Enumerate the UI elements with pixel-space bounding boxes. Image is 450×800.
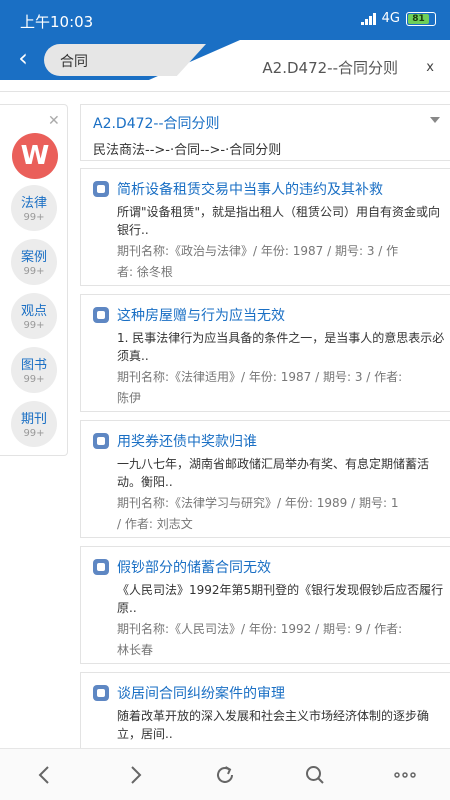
app-logo: W (12, 133, 58, 179)
list-item[interactable]: 这种房屋赠与行为应当无效 1. 民事法律行为应当具备的条件之一，是当事人的意思表… (80, 294, 450, 412)
sidebar-item-label: 图书 (20, 358, 47, 373)
result-title[interactable]: 这种房屋赠与行为应当无效 (117, 305, 443, 325)
back-icon (38, 766, 49, 784)
nav-back-button[interactable] (31, 761, 59, 789)
result-snippet: 《人民司法》1992年第5期刊登的《银行发现假钞后应否履行原.. (117, 583, 444, 615)
result-title[interactable]: 简析设备租赁交易中当事人的违约及其补救 (117, 179, 443, 199)
network-type: 4G (381, 11, 400, 26)
sidebar-item-law[interactable]: 法律 99+ (11, 185, 57, 231)
list-item[interactable]: 用奖券还债中奖款归谁 一九八七年，湖南省邮政储汇局举办有奖、有息定期储蓄活动。衡… (80, 420, 450, 538)
document-icon (93, 307, 109, 323)
back-icon: ‹ (18, 44, 28, 72)
bottom-nav-bar (0, 748, 450, 800)
document-icon (93, 181, 109, 197)
search-icon (306, 766, 324, 784)
sidebar-item-count: 99+ (23, 320, 45, 331)
result-meta-line: / 作者: 刘志文 (117, 517, 193, 531)
sidebar-item-label: 案例 (20, 250, 47, 265)
sidebar-item-label: 观点 (20, 304, 47, 319)
back-button[interactable]: ‹ (10, 46, 36, 72)
sidebar-item-count: 99+ (23, 212, 45, 223)
header-bar: ‹ 合同 A2.D472--合同分则 x (0, 40, 450, 92)
result-meta: 期刊名称:《人民司法》/ 年份: 1992 / 期号: 9 / 作者: 林长春 (117, 619, 447, 661)
result-meta-line: 陈伊 (117, 391, 142, 405)
document-icon (93, 433, 109, 449)
more-icon (394, 772, 416, 778)
status-bar: 上午10:03 4G 81 (0, 0, 450, 40)
sidebar-item-count: 99+ (23, 428, 45, 439)
result-meta: 期刊名称:《法律适用》/ 年份: 1987 / 期号: 3 / 作者: 陈伊 (117, 367, 447, 409)
sidebar-item-views[interactable]: 观点 99+ (11, 293, 57, 339)
result-meta-line: 期刊名称:《人民司法》/ 年份: 1992 / 期号: 9 / 作者: (117, 622, 403, 636)
result-snippet: 随着改革开放的深入发展和社会主义市场经济体制的逐步确立，居间.. (117, 709, 430, 741)
page-title: A2.D472--合同分则 (262, 59, 398, 77)
result-meta-line: 者: 徐冬根 (117, 265, 173, 279)
nav-more-button[interactable] (391, 761, 419, 789)
result-snippet: 1. 民事法律行为应当具备的条件之一，是当事人的意思表示必须真.. (117, 331, 445, 363)
sidebar-item-label: 期刊 (20, 412, 47, 427)
result-title[interactable]: 假钞部分的储蓄合同无效 (117, 557, 443, 577)
list-item[interactable]: 谈居间合同纠纷案件的审理 随着改革开放的深入发展和社会主义市场经济体制的逐步确立… (80, 672, 450, 748)
category-title: A2.D472--合同分则 (93, 116, 220, 132)
nav-search-button[interactable] (301, 761, 329, 789)
document-icon (93, 559, 109, 575)
dropdown-arrow-icon[interactable] (430, 117, 440, 123)
result-meta: 期刊名称:《法律学习与研究》/ 年份: 1989 / 期号: 1 / 作者: 刘… (117, 493, 447, 535)
search-value: 合同 (60, 54, 88, 70)
result-meta-line: 期刊名称:《法律学习与研究》/ 年份: 1989 / 期号: 1 (117, 496, 399, 510)
breadcrumb: 民法商法-->-·合同-->-·合同分则 (93, 143, 282, 158)
document-icon (93, 685, 109, 701)
forward-icon (131, 766, 142, 784)
results-list: 简析设备租赁交易中当事人的违约及其补救 所谓"设备租赁"，就是指出租人（租赁公司… (80, 168, 450, 748)
result-meta-line: 期刊名称:《政治与法律》/ 年份: 1987 / 期号: 3 / 作 (117, 244, 399, 258)
search-input[interactable]: 合同 (44, 44, 206, 76)
sidebar-item-label: 法律 (20, 196, 47, 211)
category-selector[interactable]: A2.D472--合同分则 民法商法-->-·合同-->-·合同分则 (80, 104, 450, 161)
sidebar-item-count: 99+ (23, 374, 45, 385)
list-item[interactable]: 简析设备租赁交易中当事人的违约及其补救 所谓"设备租赁"，就是指出租人（租赁公司… (80, 168, 450, 286)
sidebar-item-count: 99+ (23, 266, 45, 277)
category-sidebar: ✕ W 法律 99+ 案例 99+ 观点 99+ 图书 99+ 期刊 99+ (0, 104, 68, 456)
nav-forward-button[interactable] (121, 761, 149, 789)
status-indicators: 4G 81 (360, 11, 436, 26)
nav-refresh-button[interactable] (211, 761, 239, 789)
sidebar-item-cases[interactable]: 案例 99+ (11, 239, 57, 285)
result-snippet: 一九八七年，湖南省邮政储汇局举办有奖、有息定期储蓄活动。衡阳.. (117, 457, 430, 489)
refresh-icon (217, 766, 233, 783)
close-icon[interactable]: ✕ (48, 113, 60, 129)
result-meta: 期刊名称:《政治与法律》/ 年份: 1987 / 期号: 3 / 作 者: 徐冬… (117, 241, 447, 283)
result-title[interactable]: 谈居间合同纠纷案件的审理 (117, 683, 443, 703)
close-button[interactable]: x (426, 60, 434, 75)
signal-icon (360, 12, 376, 25)
result-snippet: 所谓"设备租赁"，就是指出租人（租赁公司）用自有资金或向银行.. (117, 205, 441, 237)
battery-level: 81 (408, 13, 430, 24)
result-title[interactable]: 用奖券还债中奖款归谁 (117, 431, 443, 451)
sidebar-item-journals[interactable]: 期刊 99+ (11, 401, 57, 447)
result-meta-line: 期刊名称:《法律适用》/ 年份: 1987 / 期号: 3 / 作者: (117, 370, 403, 384)
result-meta-line: 林长春 (117, 643, 154, 657)
battery-icon: 81 (406, 11, 436, 26)
status-time: 上午10:03 (20, 13, 94, 31)
sidebar-item-books[interactable]: 图书 99+ (11, 347, 57, 393)
list-item[interactable]: 假钞部分的储蓄合同无效 《人民司法》1992年第5期刊登的《银行发现假钞后应否履… (80, 546, 450, 664)
